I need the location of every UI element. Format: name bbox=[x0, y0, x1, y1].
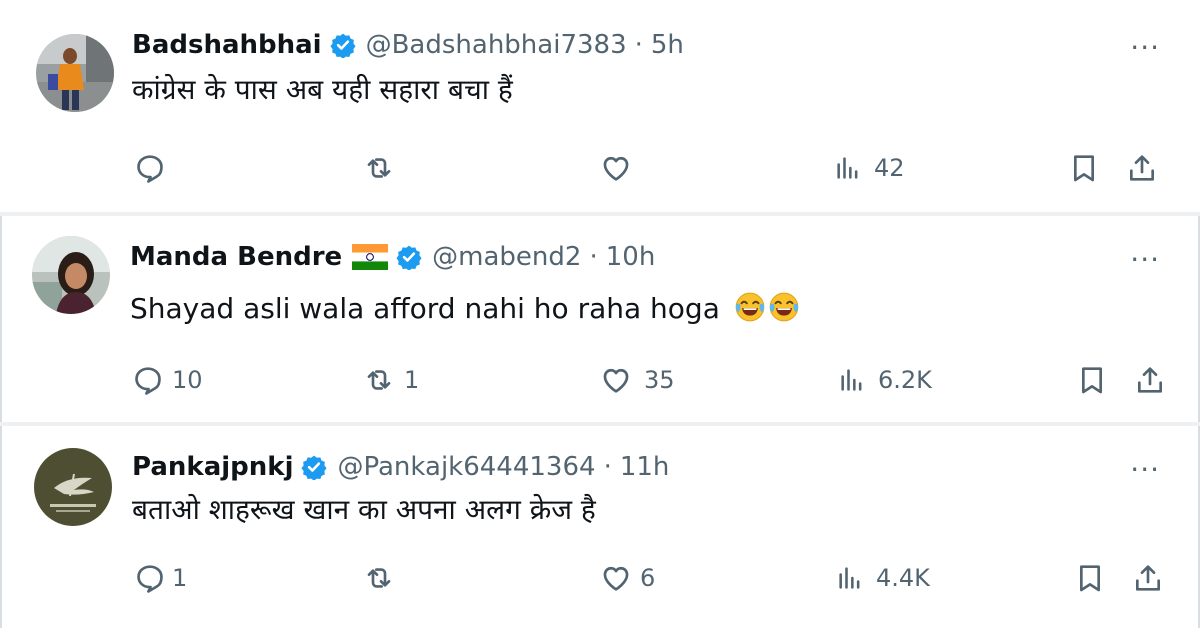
tweet[interactable]: Manda Bendre @mabend2 · 10h ··· Shayad a… bbox=[0, 216, 1200, 422]
share-button[interactable] bbox=[1132, 562, 1164, 594]
share-icon bbox=[1132, 562, 1164, 594]
like-button[interactable]: 6 bbox=[600, 562, 655, 594]
reply-icon bbox=[132, 364, 164, 396]
like-icon bbox=[600, 152, 632, 184]
timestamp[interactable]: 10h bbox=[606, 240, 656, 274]
views-icon bbox=[834, 152, 862, 184]
retweet-icon bbox=[362, 364, 396, 396]
tweet-header: Pankajpnkj @Pankajk64441364 · 11h bbox=[132, 450, 669, 484]
views-button[interactable]: 42 bbox=[834, 152, 905, 184]
user-handle[interactable]: @Pankajk64441364 bbox=[337, 450, 595, 484]
timestamp[interactable]: 11h bbox=[620, 450, 670, 484]
tweet-text: कांग्रेस के पास अब यही सहारा बचा हैं bbox=[132, 73, 513, 106]
laughing-tears-emoji bbox=[733, 290, 767, 333]
tweet-text-body: Shayad asli wala afford nahi ho raha hog… bbox=[130, 292, 720, 325]
avatar[interactable] bbox=[34, 448, 112, 526]
like-button[interactable] bbox=[600, 152, 644, 184]
more-options-icon[interactable]: ··· bbox=[1130, 34, 1160, 62]
india-flag-icon bbox=[352, 244, 389, 270]
verified-badge-icon[interactable] bbox=[396, 244, 422, 270]
display-name[interactable]: Manda Bendre bbox=[130, 240, 342, 274]
views-icon bbox=[836, 562, 864, 594]
retweet-icon bbox=[362, 562, 396, 594]
more-options-icon[interactable]: ··· bbox=[1130, 246, 1160, 274]
views-button[interactable]: 6.2K bbox=[838, 364, 932, 396]
reply-button[interactable]: 10 bbox=[132, 364, 203, 396]
separator: · bbox=[634, 30, 643, 60]
bookmark-button[interactable] bbox=[1068, 152, 1100, 184]
share-button[interactable] bbox=[1126, 152, 1158, 184]
display-name[interactable]: Badshahbhai bbox=[132, 28, 322, 62]
reply-count: 10 bbox=[172, 366, 203, 394]
like-count: 6 bbox=[640, 564, 656, 592]
user-handle[interactable]: @mabend2 bbox=[432, 240, 581, 274]
laughing-tears-emoji bbox=[767, 290, 801, 333]
views-button[interactable]: 4.4K bbox=[836, 562, 930, 594]
like-icon bbox=[600, 364, 632, 396]
tweet[interactable]: Pankajpnkj @Pankajk64441364 · 11h ··· बत… bbox=[0, 426, 1200, 628]
bookmark-icon bbox=[1068, 152, 1100, 184]
views-count: 4.4K bbox=[876, 564, 930, 592]
tweet-header: Badshahbhai @Badshahbhai7383 · 5h bbox=[132, 28, 684, 62]
share-button[interactable] bbox=[1134, 364, 1166, 396]
reply-count: 1 bbox=[172, 564, 188, 592]
share-icon bbox=[1126, 152, 1158, 184]
tweet-text: Shayad asli wala afford nahi ho raha hog… bbox=[130, 290, 801, 333]
timestamp[interactable]: 5h bbox=[651, 28, 684, 62]
reply-icon bbox=[134, 152, 166, 184]
user-handle[interactable]: @Badshahbhai7383 bbox=[366, 28, 627, 62]
reply-icon bbox=[134, 562, 166, 594]
avatar[interactable] bbox=[36, 34, 114, 112]
retweet-icon bbox=[362, 152, 396, 184]
retweet-button[interactable] bbox=[362, 562, 408, 594]
bookmark-button[interactable] bbox=[1076, 364, 1108, 396]
retweet-count: 1 bbox=[404, 366, 420, 394]
retweet-button[interactable]: 1 bbox=[362, 364, 419, 396]
views-count: 42 bbox=[874, 154, 905, 182]
separator: · bbox=[603, 452, 612, 482]
separator: · bbox=[589, 242, 598, 272]
verified-badge-icon[interactable] bbox=[301, 454, 327, 480]
avatar[interactable] bbox=[32, 236, 110, 314]
display-name[interactable]: Pankajpnkj bbox=[132, 450, 293, 484]
bookmark-icon bbox=[1074, 562, 1106, 594]
bookmark-icon bbox=[1076, 364, 1108, 396]
verified-badge-icon[interactable] bbox=[330, 32, 356, 58]
retweet-button[interactable] bbox=[362, 152, 408, 184]
tweet-text: बताओ शाहरूख खान का अपना अलग क्रेज है bbox=[132, 493, 596, 526]
views-icon bbox=[838, 364, 866, 396]
bookmark-button[interactable] bbox=[1074, 562, 1106, 594]
tweet[interactable]: Badshahbhai @Badshahbhai7383 · 5h ··· का… bbox=[0, 0, 1200, 212]
reply-button[interactable] bbox=[134, 152, 178, 184]
more-options-icon[interactable]: ··· bbox=[1130, 456, 1160, 484]
reply-button[interactable]: 1 bbox=[134, 562, 187, 594]
like-count: 35 bbox=[644, 366, 675, 394]
tweet-header: Manda Bendre @mabend2 · 10h bbox=[130, 240, 655, 274]
share-icon bbox=[1134, 364, 1166, 396]
views-count: 6.2K bbox=[878, 366, 932, 394]
like-icon bbox=[600, 562, 632, 594]
like-button[interactable]: 35 bbox=[600, 364, 675, 396]
